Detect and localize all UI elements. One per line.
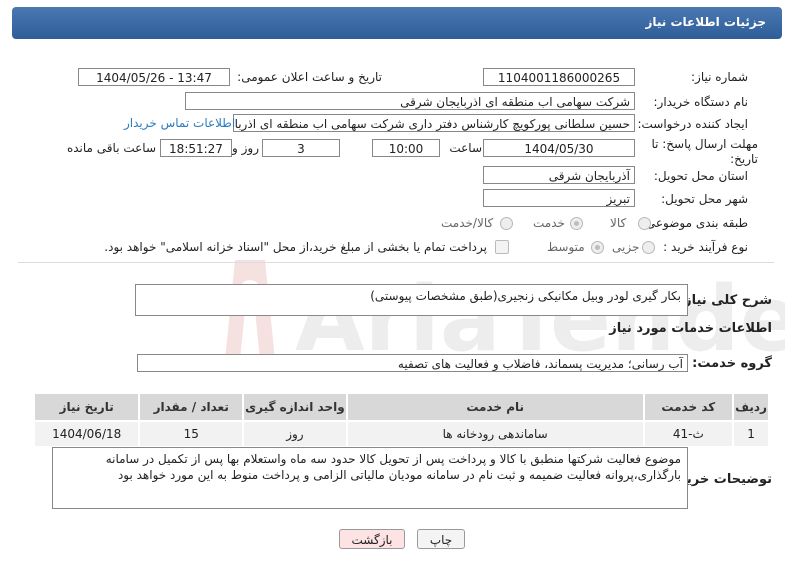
- divider: [18, 262, 774, 263]
- requester-field: حسین سلطانی پورکویچ کارشناس دفتر داری شر…: [233, 114, 635, 132]
- cell-unit: روز: [242, 420, 348, 448]
- category-option-both-radio[interactable]: [500, 217, 513, 230]
- services-table: تاریخ نیاز تعداد / مقدار واحد اندازه گیر…: [32, 392, 770, 448]
- col-service-name: نام خدمت: [345, 392, 645, 422]
- deadline-label-date: تاریخ:: [730, 152, 758, 166]
- process-option-minor-label: جزیی: [612, 240, 640, 254]
- category-option-goods-label: کالا: [610, 216, 627, 230]
- remaining-time-field: 18:51:27: [160, 139, 232, 157]
- back-button[interactable]: بازگشت: [339, 529, 405, 549]
- deadline-label: مهلت ارسال پاسخ: تا: [651, 137, 758, 151]
- page-header: جزئیات اطلاعات نیاز: [0, 0, 788, 40]
- deadline-date-field: 1404/05/30: [483, 139, 635, 157]
- province-field: آذربایجان شرقی: [483, 166, 635, 184]
- days-label: روز و: [232, 141, 259, 155]
- category-option-goods-radio[interactable]: [638, 217, 651, 230]
- category-label: طبقه بندی موضوعی:: [641, 216, 748, 230]
- need-number-field: 1104001186000265: [483, 68, 635, 86]
- col-qty: تعداد / مقدار: [138, 392, 245, 422]
- print-button[interactable]: چاپ: [417, 529, 465, 549]
- category-option-service-label: خدمت: [533, 216, 565, 230]
- deadline-time-field: 10:00: [372, 139, 440, 157]
- cell-qty: 15: [138, 420, 245, 448]
- treasury-note: پرداخت تمام یا بخشی از مبلغ خرید،از محل …: [104, 240, 487, 254]
- cell-service-code: ث-41: [642, 420, 735, 448]
- cell-need-date: 1404/06/18: [32, 420, 141, 448]
- description-label: شرح کلی نیاز:: [678, 293, 772, 308]
- process-option-minor-radio[interactable]: [642, 241, 655, 254]
- buyer-field: شرکت سهامی اب منطقه ای اذربایجان شرقی: [185, 92, 635, 110]
- days-field: 3: [262, 139, 340, 157]
- services-section-title: اطلاعات خدمات مورد نیاز: [609, 321, 772, 336]
- announce-field: 1404/05/26 - 13:47: [78, 68, 230, 86]
- cell-service-name: ساماندهی رودخانه ها: [345, 420, 645, 448]
- description-field: بکار گیری لودر وبیل مکانیکی زنجیری(طبق م…: [135, 284, 688, 316]
- remaining-time-label: ساعت باقی مانده: [66, 141, 156, 155]
- buyer-contact-link[interactable]: اطلاعات تماس خریدار: [124, 116, 235, 130]
- table-header-row: تاریخ نیاز تعداد / مقدار واحد اندازه گیر…: [32, 392, 770, 422]
- category-option-service-radio[interactable]: [570, 217, 583, 230]
- col-service-code: کد خدمت: [642, 392, 735, 422]
- service-group-field: آب رسانی؛ مدیریت پسماند، فاضلاب و فعالیت…: [137, 354, 688, 372]
- treasury-checkbox[interactable]: [495, 240, 509, 254]
- process-option-medium-label: متوسط: [547, 240, 585, 254]
- page-title: جزئیات اطلاعات نیاز: [645, 15, 766, 29]
- col-row: ردیف: [732, 392, 770, 422]
- col-need-date: تاریخ نیاز: [32, 392, 141, 422]
- process-label: نوع فرآیند خرید :: [663, 240, 748, 254]
- process-option-medium-radio[interactable]: [591, 241, 604, 254]
- city-label: شهر محل تحویل:: [661, 192, 748, 206]
- need-number-label: شماره نیاز:: [691, 70, 748, 84]
- announce-label: تاریخ و ساعت اعلان عمومی:: [237, 70, 382, 84]
- service-group-label: گروه خدمت:: [692, 356, 772, 371]
- province-label: استان محل تحویل:: [653, 169, 748, 183]
- header-bar: جزئیات اطلاعات نیاز: [12, 7, 782, 39]
- cell-row: 1: [732, 420, 770, 448]
- table-row: 1404/06/18 15 روز ساماندهی رودخانه ها ث-…: [32, 420, 770, 448]
- buyer-label: نام دستگاه خریدار:: [653, 95, 749, 109]
- city-field: تبریز: [483, 189, 635, 207]
- requester-label: ایجاد کننده درخواست:: [637, 117, 748, 131]
- deadline-time-label: ساعت: [449, 141, 482, 155]
- buyer-notes-field: موضوع فعالیت شرکتها منطبق با کالا و پردا…: [52, 447, 688, 509]
- category-option-both-label: کالا/خدمت: [441, 216, 494, 230]
- col-unit: واحد اندازه گیری: [242, 392, 348, 422]
